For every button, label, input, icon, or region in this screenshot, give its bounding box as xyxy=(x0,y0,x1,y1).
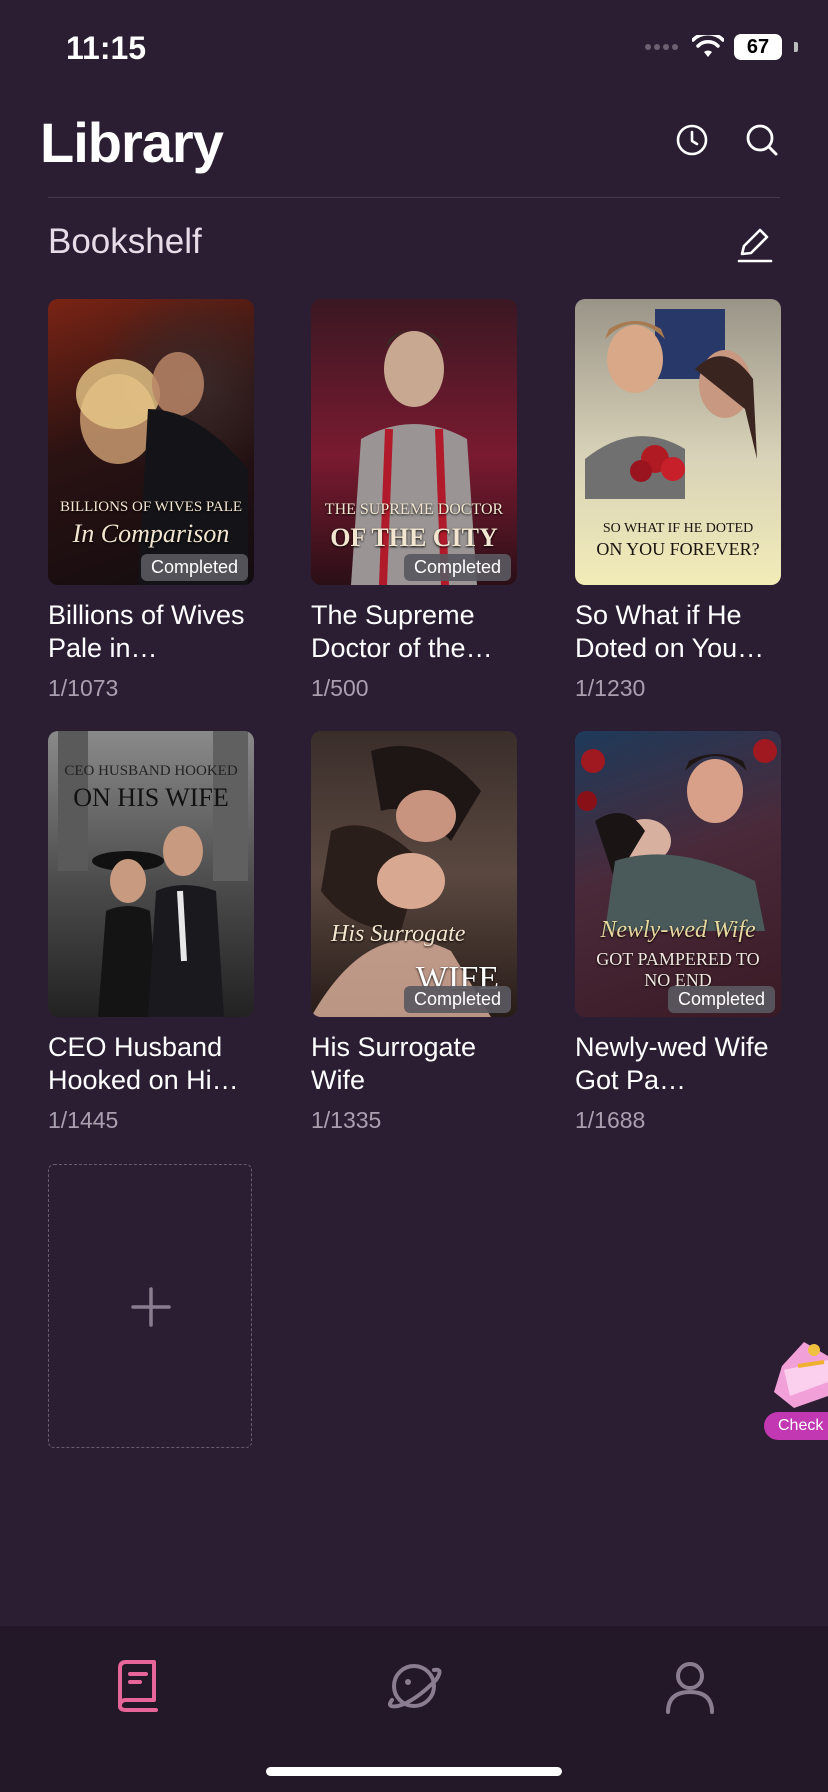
status-badge: Completed xyxy=(403,554,511,581)
wifi-icon xyxy=(692,35,724,57)
cover-line1: SO WHAT IF HE DOTED xyxy=(602,521,754,536)
book-progress: 1/1230 xyxy=(575,675,646,701)
book-cover[interactable]: His Surrogate WIFE Completed xyxy=(311,731,517,1017)
status-badge: Completed xyxy=(667,986,775,1013)
book-cover[interactable]: SO WHAT IF HE DOTED ON YOU FOREVER? xyxy=(575,299,781,585)
header: Library xyxy=(0,100,828,200)
plus-icon xyxy=(131,1287,171,1327)
add-book-button[interactable] xyxy=(48,1164,252,1448)
book-progress: 1/1688 xyxy=(575,1107,646,1133)
checkin-label: Check xyxy=(764,1412,828,1440)
book-title: Billions of Wives Pale in… xyxy=(48,600,245,663)
profile-tab-icon[interactable] xyxy=(660,1656,720,1716)
book-title: So What if He Doted on You… xyxy=(575,600,765,663)
edit-icon[interactable] xyxy=(736,224,774,264)
book-card[interactable]: BILLIONS OF WIVES PALE In Comparison Com… xyxy=(48,299,254,702)
cover-line1: His Surrogate xyxy=(331,921,466,947)
search-icon[interactable] xyxy=(742,120,782,160)
status-icons: 67 xyxy=(645,34,798,60)
battery-cap xyxy=(794,42,798,52)
book-progress: 1/1335 xyxy=(311,1107,382,1133)
book-title: His Surrogate Wife xyxy=(311,1032,477,1095)
book-title: The Supreme Doctor of the… xyxy=(311,600,493,663)
book-card[interactable]: CEO HUSBAND HOOKED ON HIS WIFE CEO Husba… xyxy=(48,731,254,1134)
status-badge: Completed xyxy=(140,554,248,581)
book-cover[interactable]: Newly-wed Wife GOT PAMPERED TO NO END Co… xyxy=(575,731,781,1017)
book-progress: 1/500 xyxy=(311,675,369,701)
discover-tab-icon[interactable] xyxy=(384,1656,444,1716)
book-cover[interactable]: THE SUPREME DOCTOR OF THE CITY Completed xyxy=(311,299,517,585)
history-icon[interactable] xyxy=(672,120,712,160)
page-title: Library xyxy=(40,111,224,174)
home-indicator[interactable] xyxy=(266,1767,562,1776)
book-title: Newly-wed Wife Got Pa… xyxy=(575,1032,769,1095)
book-cover[interactable]: CEO HUSBAND HOOKED ON HIS WIFE xyxy=(48,731,254,1017)
header-divider xyxy=(48,197,780,198)
book-title: CEO Husband Hooked on Hi… xyxy=(48,1032,239,1095)
book-progress: 1/1073 xyxy=(48,675,119,701)
gift-icon xyxy=(774,1342,828,1408)
status-bar: 11:15 67 xyxy=(0,0,828,100)
book-card[interactable]: His Surrogate WIFE Completed His Surroga… xyxy=(311,731,517,1134)
library-tab-icon[interactable] xyxy=(108,1656,168,1716)
cover-line1: THE SUPREME DOCTOR xyxy=(324,501,504,518)
book-progress: 1/1445 xyxy=(48,1107,119,1133)
section-title: Bookshelf xyxy=(48,222,202,261)
battery-indicator: 67 xyxy=(734,34,782,60)
cover-line1: BILLIONS OF WIVES PALE xyxy=(59,499,243,515)
book-cover[interactable]: BILLIONS OF WIVES PALE In Comparison Com… xyxy=(48,299,254,585)
book-card[interactable]: Newly-wed Wife GOT PAMPERED TO NO END Co… xyxy=(575,731,781,1134)
cover-line2: In Comparison xyxy=(72,519,230,548)
cover-line2: GOT PAMPERED TO NO END xyxy=(596,949,760,990)
status-time: 11:15 xyxy=(66,30,147,66)
cover-line1: CEO HUSBAND HOOKED xyxy=(64,763,238,779)
cover-line1: Newly-wed Wife xyxy=(600,917,756,943)
book-card[interactable]: SO WHAT IF HE DOTED ON YOU FOREVER? So W… xyxy=(575,299,781,702)
cover-line2: OF THE CITY xyxy=(330,523,498,552)
cover-line2: ON HIS WIFE xyxy=(73,783,229,812)
signal-icon xyxy=(645,44,678,50)
checkin-widget[interactable]: Check xyxy=(764,1336,828,1440)
cover-line2: ON YOU FOREVER? xyxy=(596,539,760,559)
status-badge: Completed xyxy=(403,986,511,1013)
book-card[interactable]: THE SUPREME DOCTOR OF THE CITY Completed… xyxy=(311,299,517,702)
